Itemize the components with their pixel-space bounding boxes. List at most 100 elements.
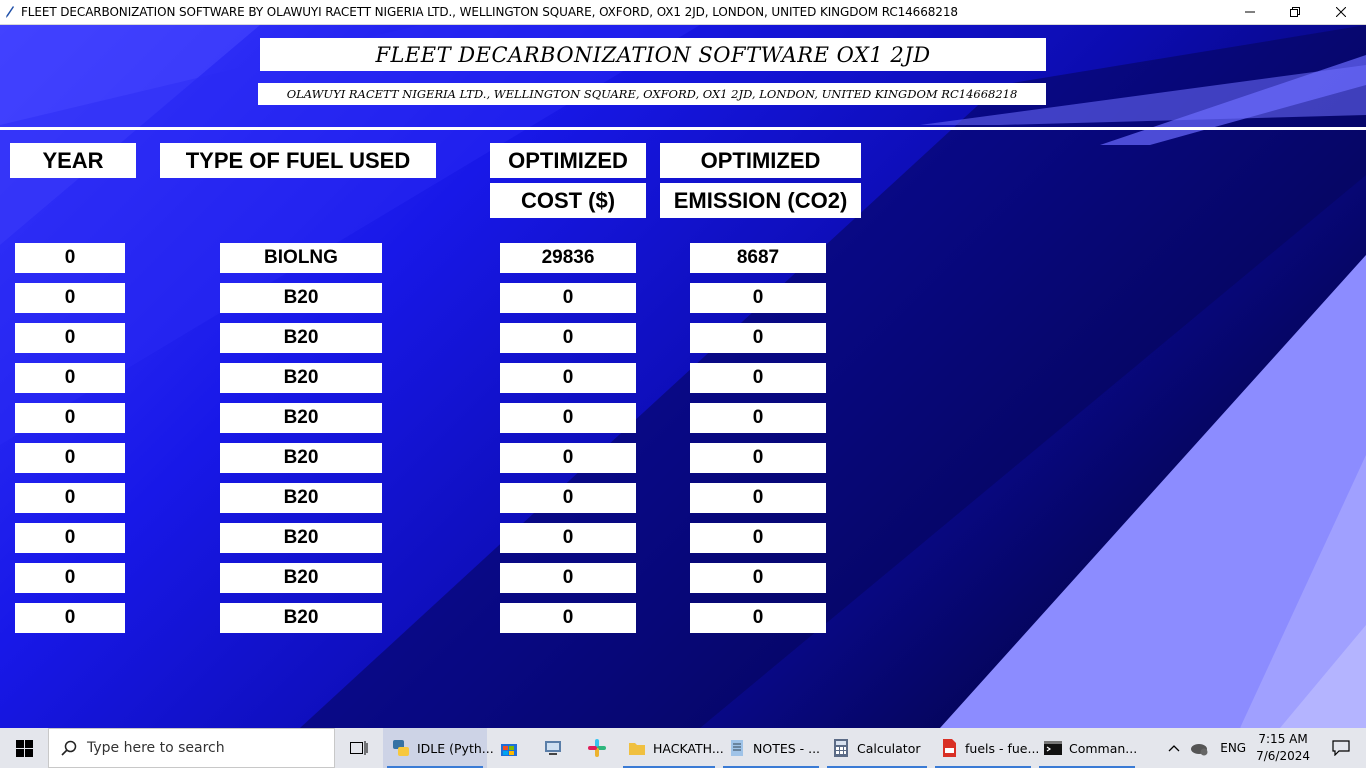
year-cell[interactable]: 0 — [15, 523, 125, 553]
close-button[interactable] — [1318, 0, 1364, 24]
taskbar-search[interactable]: Type here to search — [48, 728, 335, 768]
fuel-cell[interactable]: B20 — [220, 323, 382, 353]
notepad-icon — [731, 740, 743, 756]
emission-cell[interactable]: 0 — [690, 403, 826, 433]
search-icon — [61, 740, 77, 756]
header-cost-line2: COST ($) — [490, 183, 646, 218]
cost-cell[interactable]: 0 — [500, 363, 636, 393]
fuel-cell[interactable]: B20 — [220, 603, 382, 633]
year-cell[interactable]: 0 — [15, 363, 125, 393]
header-fuel: TYPE OF FUEL USED — [160, 143, 436, 178]
app-subtitle: OLAWUYI RACETT NIGERIA LTD., WELLINGTON … — [258, 83, 1046, 105]
fuel-cell[interactable]: BIOLNG — [220, 243, 382, 273]
cost-cell[interactable]: 0 — [500, 443, 636, 473]
fuel-cell[interactable]: B20 — [220, 483, 382, 513]
minimize-button[interactable] — [1227, 0, 1273, 24]
terminal-icon — [1044, 741, 1062, 755]
taskbar-app-remote[interactable] — [531, 728, 575, 768]
cost-cell[interactable]: 0 — [500, 563, 636, 593]
search-placeholder: Type here to search — [87, 740, 225, 756]
folder-icon — [629, 743, 645, 755]
task-view-icon — [350, 741, 368, 755]
header-cost-line1: OPTIMIZED — [490, 143, 646, 178]
emission-cell[interactable]: 0 — [690, 563, 826, 593]
fuel-cell[interactable]: B20 — [220, 403, 382, 433]
cost-cell[interactable]: 0 — [500, 283, 636, 313]
restore-button[interactable] — [1272, 0, 1318, 24]
emission-cell[interactable]: 8687 — [690, 243, 826, 273]
language-indicator[interactable]: ENG — [1220, 741, 1246, 755]
app-title: FLEET DECARBONIZATION SOFTWARE OX1 2JD — [260, 38, 1046, 71]
restore-icon — [1290, 7, 1300, 17]
header-emission-line2: EMISSION (CO2) — [660, 183, 861, 218]
cost-cell[interactable]: 0 — [500, 323, 636, 353]
chevron-up-icon[interactable] — [1168, 744, 1180, 752]
taskbar-app-notes[interactable]: NOTES - ... — [719, 728, 823, 768]
system-tray: ENG 7:15 AM 7/6/2024 — [1168, 728, 1366, 768]
clock[interactable]: 7:15 AM 7/6/2024 — [1256, 731, 1310, 765]
cost-cell[interactable]: 0 — [500, 403, 636, 433]
network-icon[interactable] — [1190, 740, 1210, 756]
year-cell[interactable]: 0 — [15, 483, 125, 513]
taskbar-app-label: fuels - fue... — [965, 740, 1040, 756]
taskbar-app-store[interactable] — [487, 728, 531, 768]
emission-cell[interactable]: 0 — [690, 283, 826, 313]
app-canvas: FLEET DECARBONIZATION SOFTWARE OX1 2JD O… — [0, 25, 1366, 728]
task-view-button[interactable] — [335, 728, 383, 768]
remote-desktop-icon — [545, 741, 561, 755]
taskbar-app-terminal[interactable]: Comman... — [1035, 728, 1139, 768]
window-titlebar[interactable]: FLEET DECARBONIZATION SOFTWARE BY OLAWUY… — [0, 0, 1366, 25]
header-divider — [0, 127, 1366, 130]
year-cell[interactable]: 0 — [15, 323, 125, 353]
taskbar-app-label: HACKATH... — [653, 740, 724, 756]
year-cell[interactable]: 0 — [15, 403, 125, 433]
taskbar-app-label: Comman... — [1069, 740, 1138, 756]
year-cell[interactable]: 0 — [15, 443, 125, 473]
taskbar-app-idle[interactable]: IDLE (Pyth... — [383, 728, 494, 768]
year-cell[interactable]: 0 — [15, 283, 125, 313]
window-title: FLEET DECARBONIZATION SOFTWARE BY OLAWUY… — [21, 5, 958, 19]
python-icon — [393, 740, 409, 756]
minimize-icon — [1245, 11, 1255, 13]
screen: FLEET DECARBONIZATION SOFTWARE BY OLAWUY… — [0, 0, 1366, 768]
fuel-cell[interactable]: B20 — [220, 443, 382, 473]
clock-time: 7:15 AM — [1258, 732, 1308, 746]
fuel-cell[interactable]: B20 — [220, 523, 382, 553]
cost-cell[interactable]: 0 — [500, 483, 636, 513]
cost-cell[interactable]: 0 — [500, 603, 636, 633]
emission-cell[interactable]: 0 — [690, 523, 826, 553]
notification-icon[interactable] — [1332, 740, 1350, 756]
taskbar-app-pdf[interactable]: fuels - fue... — [931, 728, 1039, 768]
cost-cell[interactable]: 0 — [500, 523, 636, 553]
clock-date: 7/6/2024 — [1256, 749, 1310, 763]
pdf-icon — [943, 739, 956, 757]
start-button[interactable] — [0, 728, 48, 768]
fuel-cell[interactable]: B20 — [220, 363, 382, 393]
emission-cell[interactable]: 0 — [690, 483, 826, 513]
emission-cell[interactable]: 0 — [690, 443, 826, 473]
emission-cell[interactable]: 0 — [690, 323, 826, 353]
windows-icon — [15, 739, 33, 757]
taskbar-app-label: IDLE (Pyth... — [417, 740, 494, 756]
emission-cell[interactable]: 0 — [690, 603, 826, 633]
close-icon — [1336, 7, 1346, 17]
cost-cell[interactable]: 29836 — [500, 243, 636, 273]
taskbar: Type here to search IDLE (Pyth... HACKAT… — [0, 728, 1366, 768]
fuel-cell[interactable]: B20 — [220, 283, 382, 313]
calculator-icon — [834, 739, 848, 757]
taskbar-app-calculator[interactable]: Calculator — [823, 728, 931, 768]
background-art — [0, 25, 1366, 728]
taskbar-app-label: NOTES - ... — [753, 740, 821, 756]
taskbar-app-label: Calculator — [857, 740, 921, 756]
fuel-cell[interactable]: B20 — [220, 563, 382, 593]
header-emission-line1: OPTIMIZED — [660, 143, 861, 178]
taskbar-app-slack[interactable] — [575, 728, 619, 768]
emission-cell[interactable]: 0 — [690, 363, 826, 393]
year-cell[interactable]: 0 — [15, 243, 125, 273]
store-icon — [501, 744, 517, 756]
year-cell[interactable]: 0 — [15, 603, 125, 633]
header-year: YEAR — [10, 143, 136, 178]
taskbar-app-folder[interactable]: HACKATH... — [619, 728, 724, 768]
slack-icon — [588, 739, 606, 757]
year-cell[interactable]: 0 — [15, 563, 125, 593]
